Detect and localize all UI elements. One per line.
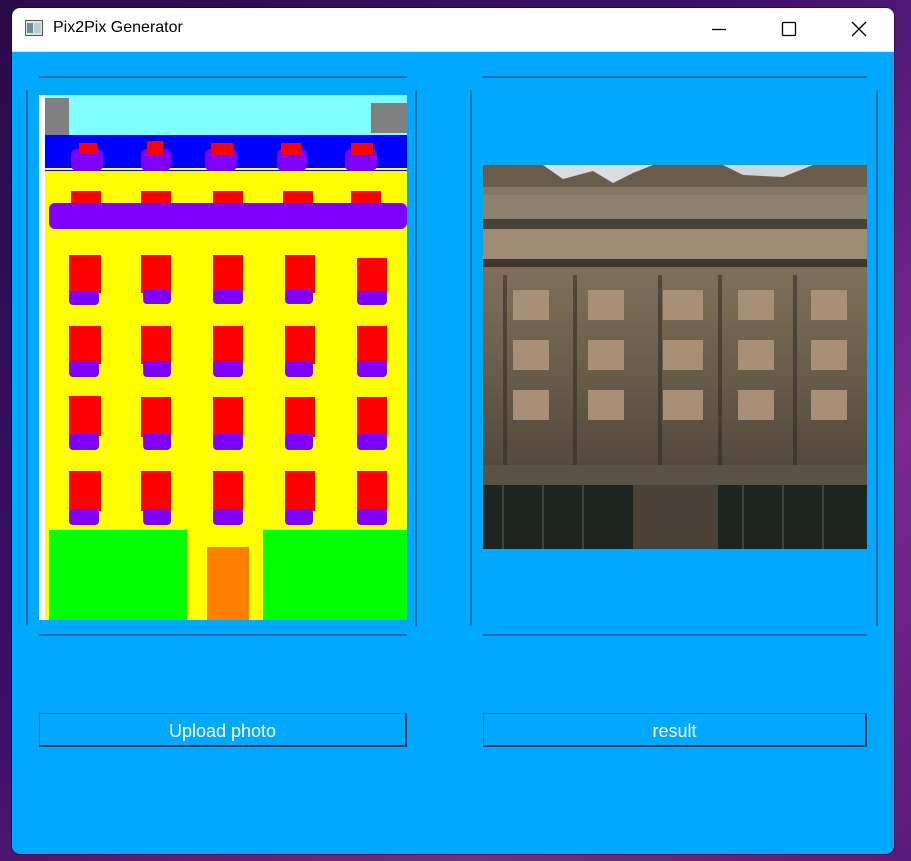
maximize-button[interactable] [766, 8, 812, 51]
title-bar[interactable]: Pix2Pix Generator [12, 8, 894, 52]
minimize-icon [712, 28, 726, 31]
minimize-button[interactable] [696, 8, 742, 51]
upload-photo-button[interactable]: Upload photo [39, 713, 407, 747]
divider [876, 90, 878, 626]
divider [415, 90, 417, 626]
divider [26, 90, 28, 626]
window-title: Pix2Pix Generator [53, 19, 183, 36]
divider [483, 634, 867, 636]
close-button[interactable] [836, 8, 882, 51]
app-window-icon [25, 20, 43, 36]
divider [39, 634, 407, 636]
segmentation-label-map [39, 95, 407, 620]
divider [483, 76, 867, 78]
maximize-icon [781, 21, 797, 37]
close-icon [851, 21, 867, 37]
generated-facade-photo [483, 165, 867, 549]
divider [39, 76, 407, 78]
app-window: Pix2Pix Generator Upload photo result [12, 8, 894, 854]
result-button[interactable]: result [483, 713, 867, 747]
divider [470, 90, 472, 626]
